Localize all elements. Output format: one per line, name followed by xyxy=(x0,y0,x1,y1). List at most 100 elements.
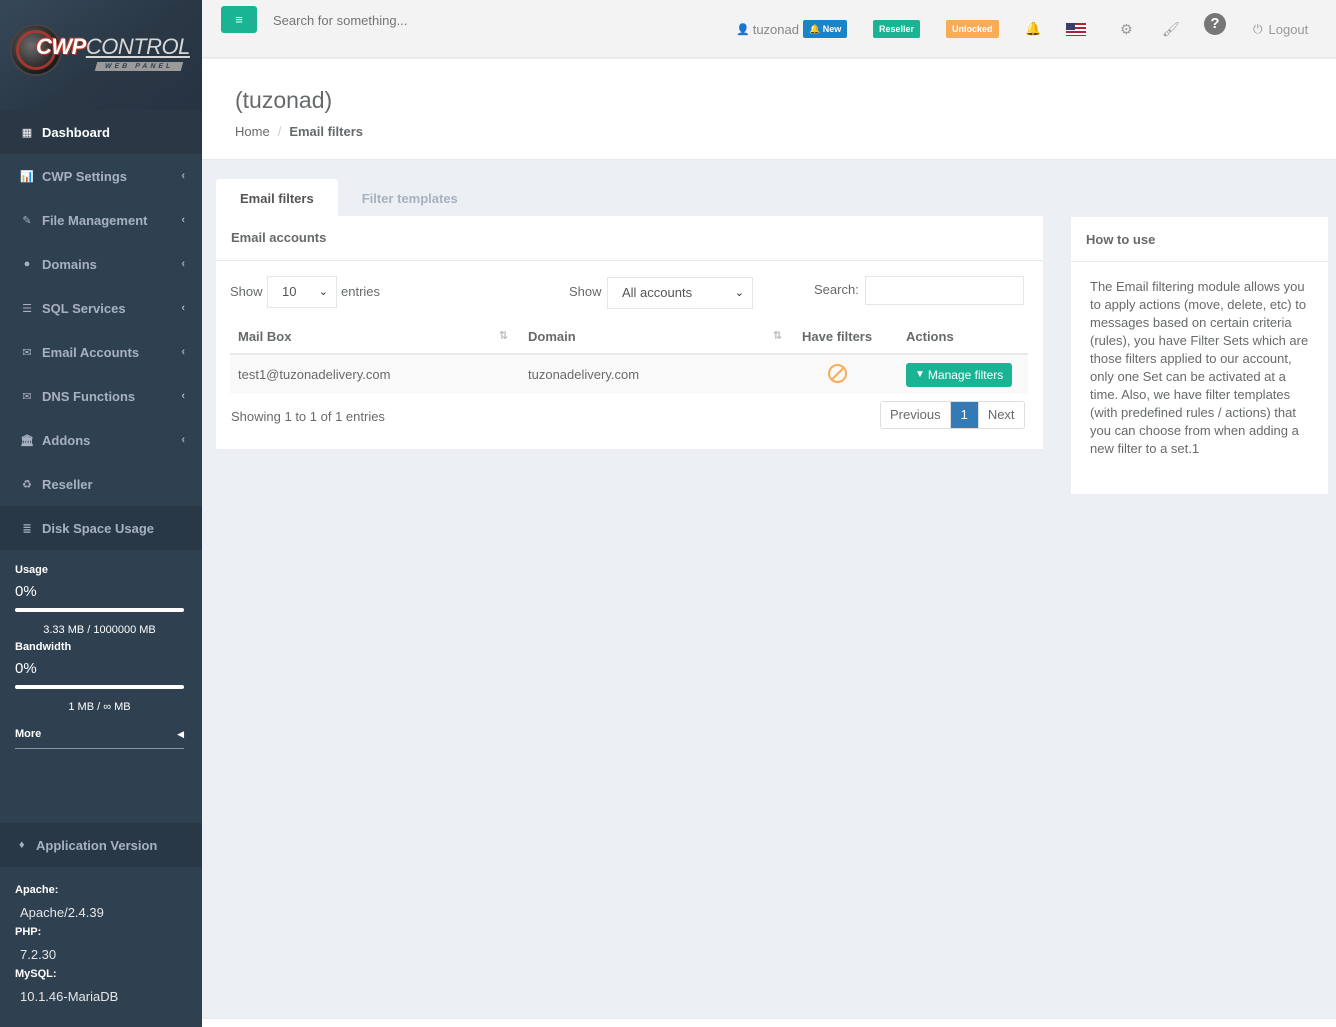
username: tuzonad xyxy=(752,21,799,37)
chevron-left-icon: ‹ xyxy=(181,346,185,358)
envelope-icon: ✉ xyxy=(22,346,32,359)
sidebar-item-dns-functions[interactable]: ✉ DNS Functions ‹ xyxy=(0,374,202,418)
sidebar-item-dashboard[interactable]: ▦ Dashboard xyxy=(0,110,202,154)
fire-icon: ♦ xyxy=(19,839,25,851)
mysql-label: MySQL: xyxy=(15,968,57,980)
breadcrumb-separator: / xyxy=(277,124,282,139)
caret-left-icon: ◀ xyxy=(177,728,184,739)
accounts-filter-select[interactable]: All accounts ⌄ xyxy=(607,277,753,309)
grid-icon: ▦ xyxy=(21,126,33,139)
user-info[interactable]: 👤 tuzonad xyxy=(736,18,799,40)
bandwidth-label: Bandwidth xyxy=(15,641,72,653)
bar-chart-icon: 📊 xyxy=(20,170,34,183)
notifications-button[interactable]: 🔔 xyxy=(1025,18,1041,40)
unlocked-badge[interactable]: Unlocked xyxy=(946,18,999,40)
bell-icon: 🔔 xyxy=(1025,21,1042,36)
page-1-button[interactable]: 1 xyxy=(949,402,979,428)
sidebar-item-label: CWP Settings xyxy=(42,168,127,184)
next-page-button[interactable]: Next xyxy=(978,402,1024,428)
help-button[interactable]: ? xyxy=(1204,13,1226,35)
more-toggle[interactable]: More ◀ xyxy=(15,728,184,749)
logout-button[interactable]: ⏻ Logout xyxy=(1253,18,1308,40)
sidebar-item-sql-services[interactable]: ☰ SQL Services ‹ xyxy=(0,286,202,330)
sidebar-item-domains[interactable]: ● Domains ‹ xyxy=(0,242,202,286)
cwp-logo[interactable]: CWPCONTROL WEB PANEL xyxy=(10,22,190,78)
table-search-input[interactable] xyxy=(865,276,1024,305)
table-header-row: Mail Box ⇅ Domain ⇅ Have filters Actions xyxy=(230,320,1028,355)
php-version: 7.2.30 xyxy=(20,947,57,962)
bandwidth-percent: 0% xyxy=(15,660,37,677)
question-circle-icon: ? xyxy=(1204,13,1226,35)
new-badge[interactable]: 🔔 New xyxy=(803,18,848,40)
sidebar-item-reseller[interactable]: ♻ Reseller xyxy=(0,462,202,506)
topbar: ≡ 👤 tuzonad 🔔 New Reseller Unlocked 🔔 ⚙ … xyxy=(202,0,1336,58)
user-icon: 👤 xyxy=(736,23,750,36)
chevron-left-icon: ‹ xyxy=(181,302,185,314)
page-heading: (tuzonad) Home / Email filters xyxy=(202,59,1336,160)
server-icon: ≣ xyxy=(22,522,32,535)
versions-list: Apache: Apache/2.4.39 PHP: 7.2.30 MySQL:… xyxy=(15,884,118,1010)
php-label: PHP: xyxy=(15,926,42,938)
actions-cell: ▼ Manage filters xyxy=(898,354,1028,394)
sidebar-item-label: DNS Functions xyxy=(42,388,136,404)
usage-percent: 0% xyxy=(15,583,37,600)
usage-progress-bar xyxy=(15,608,184,612)
sidebar-item-email-accounts[interactable]: ✉ Email Accounts ‹ xyxy=(0,330,202,374)
tab-email-filters[interactable]: Email filters xyxy=(216,179,338,217)
chevron-left-icon: ‹ xyxy=(181,258,185,270)
previous-page-button[interactable]: Previous xyxy=(881,402,950,428)
have-filters-cell xyxy=(794,354,898,394)
panel-title: Email accounts xyxy=(216,216,1043,261)
bandwidth-progress-bar xyxy=(15,685,184,689)
settings-button[interactable]: ⚙ xyxy=(1120,18,1133,40)
usage-label: Usage xyxy=(15,564,49,576)
email-accounts-panel: Email accounts Show 10 ⌄ entries Show Al… xyxy=(216,216,1043,449)
page-title: (tuzonad) xyxy=(235,87,333,113)
power-icon: ⏻ xyxy=(1253,21,1263,36)
sidebar-item-addons[interactable]: 🏛 Addons ‹ xyxy=(0,418,202,462)
recycle-icon: ♻ xyxy=(22,478,32,491)
chevron-left-icon: ‹ xyxy=(181,390,185,402)
sidebar: CWPCONTROL WEB PANEL ▦ Dashboard 📊 CWP S… xyxy=(0,0,202,1027)
breadcrumb-home[interactable]: Home xyxy=(235,124,270,139)
application-version-header[interactable]: ♦ Application Version xyxy=(0,823,202,867)
globe-icon: ● xyxy=(23,258,31,270)
sort-asc-icon: ⇅ xyxy=(498,330,508,342)
apache-label: Apache: xyxy=(15,884,59,896)
sidebar-item-disk-space-usage[interactable]: ≣ Disk Space Usage xyxy=(0,506,202,550)
table-info: Showing 1 to 1 of 1 entries xyxy=(231,409,385,424)
logo-area: CWPCONTROL WEB PANEL xyxy=(0,0,202,110)
logo-subtext: WEB PANEL xyxy=(94,62,184,71)
mysql-version: 10.1.46-MariaDB xyxy=(20,989,119,1004)
accounts-value: All accounts xyxy=(622,285,693,300)
search-input[interactable] xyxy=(268,6,568,34)
search-label: Search: xyxy=(814,282,859,297)
sidebar-item-file-management[interactable]: ✎ File Management ‹ xyxy=(0,198,202,242)
entries-select[interactable]: 10 ⌄ xyxy=(267,276,337,308)
sidebar-item-label: Addons xyxy=(42,432,91,448)
breadcrumb: Home / Email filters xyxy=(235,124,363,139)
manage-filters-button[interactable]: ▼ Manage filters xyxy=(906,362,1013,387)
column-mailbox[interactable]: Mail Box ⇅ xyxy=(230,320,520,355)
show-label: Show xyxy=(230,284,263,299)
menu-toggle-button[interactable]: ≡ xyxy=(221,6,257,33)
column-domain[interactable]: Domain ⇅ xyxy=(520,320,794,355)
mailbox-cell: test1@tuzonadelivery.com xyxy=(230,354,520,394)
domain-cell: tuzonadelivery.com xyxy=(520,354,794,394)
theme-button[interactable]: 🖌 xyxy=(1162,18,1180,40)
how-to-use-title: How to use xyxy=(1071,217,1328,262)
table-row: test1@tuzonadelivery.com tuzonadelivery.… xyxy=(230,354,1028,394)
tab-filter-templates[interactable]: Filter templates xyxy=(338,179,482,217)
database-icon: ☰ xyxy=(22,302,32,315)
reseller-badge[interactable]: Reseller xyxy=(873,18,921,40)
filter-icon: ▼ xyxy=(915,369,925,380)
chevron-left-icon: ‹ xyxy=(181,434,185,446)
how-to-use-panel: How to use The Email filtering module al… xyxy=(1071,217,1328,494)
mailbox-table: Mail Box ⇅ Domain ⇅ Have filters Actions t… xyxy=(230,320,1028,394)
how-to-use-text: The Email filtering module allows you to… xyxy=(1090,279,1309,456)
sidebar-item-cwp-settings[interactable]: 📊 CWP Settings ‹ xyxy=(0,154,202,198)
pagination: Previous 1 Next xyxy=(880,401,1025,429)
sort-icon: ⇅ xyxy=(772,330,782,342)
bandwidth-amount: 1 MB / ∞ MB xyxy=(68,701,131,713)
language-flag-button[interactable] xyxy=(1066,18,1086,40)
